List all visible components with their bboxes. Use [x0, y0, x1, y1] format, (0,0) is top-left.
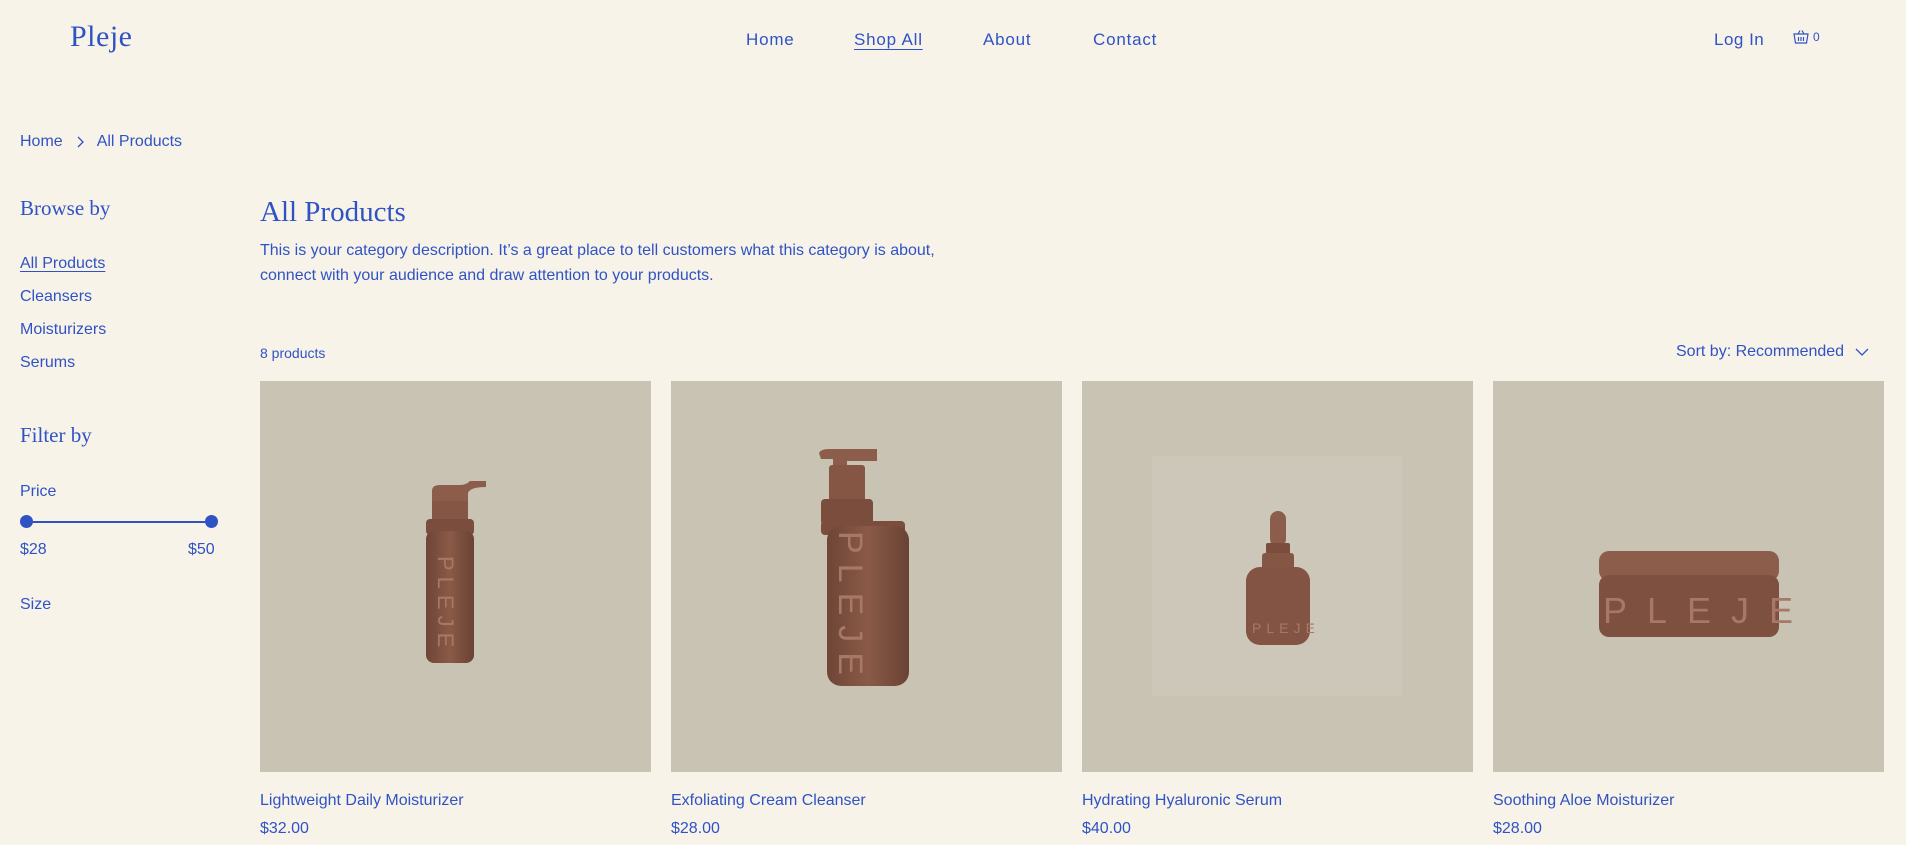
sort-dropdown[interactable]: Sort by: Recommended	[1676, 343, 1870, 361]
login-link[interactable]: Log In	[1714, 30, 1764, 50]
svg-text:PLEJE: PLEJE	[831, 531, 869, 685]
moisturizer-jar-image: PLEJE	[1599, 551, 1813, 637]
nav-shop-all[interactable]: Shop All	[854, 30, 923, 50]
size-filter-label[interactable]: Size	[20, 596, 51, 614]
slider-min-handle[interactable]	[20, 515, 33, 528]
breadcrumb-current: All Products	[96, 133, 183, 150]
price-filter-label[interactable]: Price	[20, 483, 56, 501]
filter-by-heading: Filter by	[20, 423, 92, 447]
breadcrumb: Home All Products	[20, 133, 182, 151]
category-cleansers[interactable]: Cleansers	[20, 287, 106, 320]
slider-max-handle[interactable]	[205, 515, 218, 528]
svg-text:PLEJE: PLEJE	[433, 556, 458, 653]
price-max-value: $50	[188, 541, 215, 558]
cart-button[interactable]: 0	[1792, 28, 1820, 46]
breadcrumb-home[interactable]: Home	[20, 133, 63, 151]
product-name[interactable]: Exfoliating Cream Cleanser	[671, 792, 1062, 810]
category-moisturizers[interactable]: Moisturizers	[20, 320, 106, 353]
product-price: $28.00	[1493, 820, 1542, 837]
price-min-value: $28	[20, 541, 47, 558]
serum-dropper-bottle-image: PLEJE	[1152, 456, 1402, 696]
product-image[interactable]: PLEJE	[671, 381, 1062, 772]
sort-label: Sort by: Recommended	[1676, 343, 1845, 360]
product-price: $28.00	[671, 820, 720, 837]
nav-home[interactable]: Home	[746, 30, 795, 50]
product-count: 8 products	[260, 345, 326, 361]
category-all-products[interactable]: All Products	[20, 254, 106, 287]
product-card[interactable]: PLEJE Soothing Aloe Moisturizer $28.00	[1493, 381, 1884, 838]
svg-text:PLEJE: PLEJE	[1252, 620, 1320, 636]
product-image[interactable]: PLEJE	[1082, 381, 1473, 772]
product-name[interactable]: Soothing Aloe Moisturizer	[1493, 792, 1884, 810]
moisturizer-pump-bottle-image: PLEJE	[426, 481, 486, 663]
chevron-down-icon	[1855, 348, 1869, 356]
nav-about[interactable]: About	[983, 30, 1031, 50]
nav-contact[interactable]: Contact	[1093, 30, 1157, 50]
category-description: This is your category description. It’s …	[260, 242, 935, 284]
product-price: $32.00	[260, 820, 309, 837]
product-card[interactable]: PLEJE Hydrating Hyaluronic Serum $40.00	[1082, 381, 1473, 838]
page-title: All Products	[260, 196, 406, 228]
product-card[interactable]: PLEJE Lightweight Daily Moisturizer $32.…	[260, 381, 651, 838]
cart-count: 0	[1813, 30, 1820, 44]
product-price: $40.00	[1082, 820, 1131, 837]
category-serums[interactable]: Serums	[20, 353, 106, 386]
cart-basket-icon	[1793, 30, 1809, 44]
product-name[interactable]: Lightweight Daily Moisturizer	[260, 792, 651, 810]
product-name[interactable]: Hydrating Hyaluronic Serum	[1082, 792, 1473, 810]
cleanser-pump-bottle-image: PLEJE	[819, 449, 909, 686]
main-nav: Home Shop All About Contact	[0, 30, 1906, 54]
chevron-right-icon	[77, 136, 84, 148]
category-list: All Products Cleansers Moisturizers Seru…	[20, 254, 106, 386]
product-card[interactable]: PLEJE Exfoliating Cream Cleanser $28.00	[671, 381, 1062, 838]
svg-text:PLEJE: PLEJE	[1603, 590, 1813, 631]
price-range-slider[interactable]	[20, 515, 218, 529]
product-image[interactable]: PLEJE	[1493, 381, 1884, 772]
browse-by-heading: Browse by	[20, 196, 111, 220]
slider-track[interactable]	[27, 521, 211, 523]
product-image[interactable]: PLEJE	[260, 381, 651, 772]
